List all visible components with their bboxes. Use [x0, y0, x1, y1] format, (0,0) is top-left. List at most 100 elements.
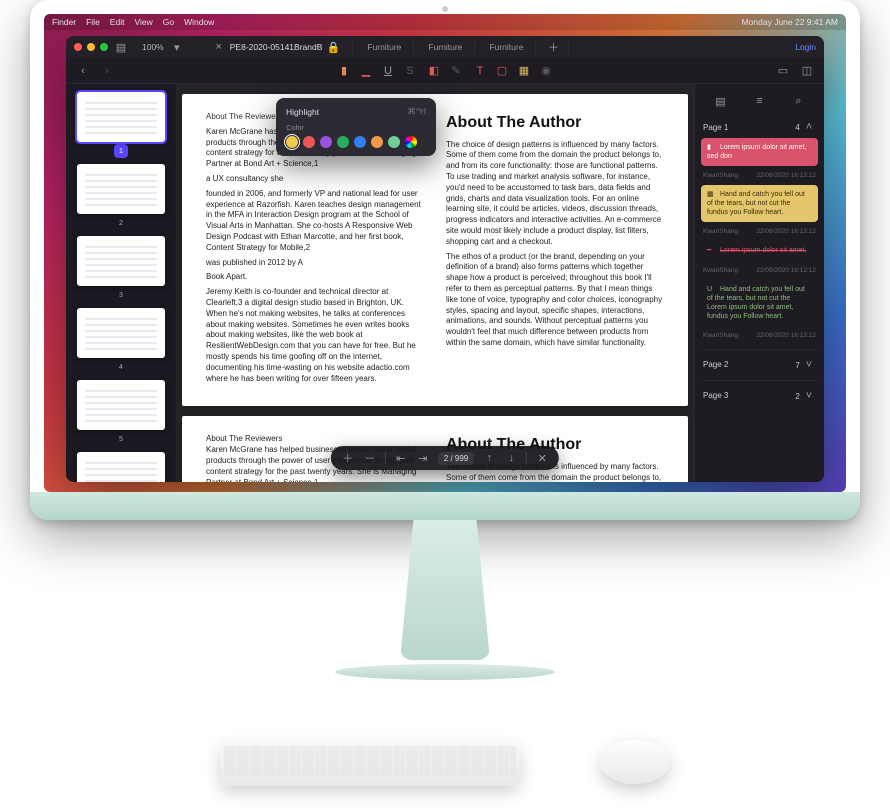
- annotations-panel: ▤ ≡ ⌕ Page 1 4 ˄ ▮Lorem ipsum dolor sit …: [694, 84, 824, 482]
- menu-finder[interactable]: Finder: [52, 17, 76, 27]
- highlight-popover: Highlight ⌘^H Color: [276, 98, 436, 156]
- zoom-in-button[interactable]: ＋: [341, 451, 355, 465]
- annotation-user: KwanShang: [703, 267, 738, 274]
- sidebar-toggle-icon[interactable]: ▤: [114, 40, 128, 54]
- close-button[interactable]: [74, 43, 82, 51]
- chevron-down-icon: ˅: [802, 389, 816, 403]
- menu-edit[interactable]: Edit: [110, 17, 125, 27]
- body-text: Jeremy Keith is co-founder and technical…: [206, 287, 424, 384]
- underline-u-icon[interactable]: U: [381, 64, 395, 78]
- underline-icon: U: [707, 285, 717, 294]
- popover-color-label: Color: [286, 123, 426, 132]
- chevron-down-icon: ˅: [802, 358, 816, 372]
- annotation-user: KwanShang: [703, 172, 738, 179]
- popover-shortcut: ⌘^H: [407, 106, 426, 117]
- app-window: ▤ 100% ▾ × PE8-2020-05141BrandB 🔒 Furnit…: [66, 36, 824, 482]
- titlebar: ▤ 100% ▾ × PE8-2020-05141BrandB 🔒 Furnit…: [66, 36, 824, 58]
- search-icon[interactable]: ⌕: [792, 94, 806, 108]
- add-tab-button[interactable]: ＋: [538, 40, 569, 54]
- strikethrough-tool-icon[interactable]: S: [403, 64, 417, 78]
- body-text: a UX consultancy she: [206, 174, 424, 185]
- thumbnail-page-6[interactable]: 6: [77, 452, 165, 482]
- tab-label: Furniture: [367, 42, 401, 52]
- first-page-button[interactable]: ⇤: [394, 451, 408, 465]
- color-swatch-green[interactable]: [337, 136, 349, 148]
- color-swatch-orange[interactable]: [371, 136, 383, 148]
- thumbnail-page-5[interactable]: 5: [77, 380, 165, 446]
- color-swatch-blue[interactable]: [354, 136, 366, 148]
- maximize-button[interactable]: [100, 43, 108, 51]
- underline-tool-icon[interactable]: ▁: [359, 64, 373, 78]
- annotation-highlight[interactable]: ▮Lorem ipsum dolor sit amet, sed don: [701, 138, 818, 166]
- annotation-timestamp: 22/09/2020 16:12:12: [756, 267, 816, 274]
- menu-window[interactable]: Window: [184, 17, 214, 27]
- annotation-timestamp: 22/09/2020 16:12:12: [756, 172, 816, 179]
- outline-tab-icon[interactable]: ≡: [753, 94, 767, 108]
- annotation-sticky-note[interactable]: ▦Hand and catch you fell out of the tear…: [701, 185, 818, 222]
- chevron-down-icon: ▾: [170, 40, 184, 54]
- thumbnail-page-2[interactable]: 2: [77, 164, 165, 230]
- right-heading: About The Author: [446, 112, 664, 134]
- annotation-text: Lorem ipsum dolor sit amet,: [720, 247, 806, 254]
- thumbnail-page-4[interactable]: 4: [77, 308, 165, 374]
- annotation-timestamp: 22/09/2020 16:12:12: [756, 228, 816, 235]
- annotations-tab-icon[interactable]: ▤: [714, 94, 728, 108]
- page-indicator[interactable]: 2 / 999: [438, 452, 474, 465]
- section-header-page1[interactable]: Page 1 4 ˄: [701, 116, 818, 138]
- zoom-dropdown[interactable]: 100%: [142, 42, 164, 52]
- menubar-datetime: Monday June 22 9:41 AM: [742, 17, 838, 27]
- highlight-tool-icon[interactable]: ▮: [337, 64, 351, 78]
- close-tab-icon[interactable]: ×: [212, 40, 226, 54]
- forward-button[interactable]: ›: [100, 64, 114, 78]
- annotation-text: Lorem ipsum dolor sit amet, sed don: [707, 144, 806, 160]
- color-swatch-purple[interactable]: [320, 136, 332, 148]
- tab-document-active[interactable]: × PE8-2020-05141BrandB 🔒: [200, 40, 354, 54]
- note-icon: ▦: [707, 190, 717, 199]
- lock-icon: 🔒: [326, 40, 340, 54]
- prev-page-button[interactable]: ↑: [482, 451, 496, 465]
- section-count: 2: [795, 392, 799, 401]
- tab-item[interactable]: Furniture: [477, 40, 536, 54]
- section-header-page2[interactable]: Page 2 7 ˅: [701, 354, 818, 376]
- section-count: 7: [795, 361, 799, 370]
- last-page-button[interactable]: ⇥: [416, 451, 430, 465]
- page-navigation-bar: ＋ － ⇤ ⇥ 2 / 999 ↑ ↓ ✕: [331, 446, 559, 470]
- color-swatch-yellow[interactable]: [286, 136, 298, 148]
- shape-tool-icon[interactable]: ▢: [495, 64, 509, 78]
- text-tool-icon[interactable]: T: [473, 64, 487, 78]
- note-tool-icon[interactable]: ▦: [517, 64, 531, 78]
- macos-menubar: Finder File Edit View Go Window Monday J…: [44, 14, 846, 30]
- menu-file[interactable]: File: [86, 17, 100, 27]
- panel-toggle-icon[interactable]: ◫: [800, 64, 814, 78]
- color-swatch-mint[interactable]: [388, 136, 400, 148]
- section-header-page3[interactable]: Page 3 2 ˅: [701, 385, 818, 407]
- tab-item[interactable]: Furniture: [355, 40, 414, 54]
- stamp-tool-icon[interactable]: ◉: [539, 64, 553, 78]
- menu-go[interactable]: Go: [163, 17, 174, 27]
- color-swatches: [286, 136, 426, 148]
- next-page-button[interactable]: ↓: [504, 451, 518, 465]
- body-text: founded in 2006, and formerly VP and nat…: [206, 189, 424, 254]
- eraser-tool-icon[interactable]: ◧: [427, 64, 441, 78]
- thumbnail-page-1[interactable]: 1: [77, 92, 165, 158]
- body-text: The choice of design patterns is influen…: [446, 140, 664, 248]
- section-label: Page 2: [703, 360, 728, 369]
- tab-label: Furniture: [428, 42, 462, 52]
- color-swatch-red[interactable]: [303, 136, 315, 148]
- strikethrough-icon: ━: [707, 246, 717, 255]
- close-bar-button[interactable]: ✕: [535, 451, 549, 465]
- tab-item[interactable]: Furniture: [416, 40, 475, 54]
- back-button[interactable]: ‹: [76, 64, 90, 78]
- menu-view[interactable]: View: [134, 17, 152, 27]
- keyboard: [220, 742, 520, 786]
- color-swatch-rainbow[interactable]: [405, 136, 417, 148]
- zoom-out-button[interactable]: －: [363, 451, 377, 465]
- minimize-button[interactable]: [87, 43, 95, 51]
- pencil-tool-icon[interactable]: ✎: [449, 64, 463, 78]
- annotation-strikethrough[interactable]: ━Lorem ipsum dolor sit amet,: [701, 241, 818, 260]
- reading-mode-icon[interactable]: ▭: [776, 64, 790, 78]
- login-link[interactable]: Login: [795, 42, 816, 52]
- thumbnail-page-3[interactable]: 3: [77, 236, 165, 302]
- annotation-underline[interactable]: UHand and catch you fell out of the tear…: [701, 280, 818, 326]
- annotation-toolbar: ‹ › ▮ ▁ U S ◧ ✎ T ▢: [66, 58, 824, 84]
